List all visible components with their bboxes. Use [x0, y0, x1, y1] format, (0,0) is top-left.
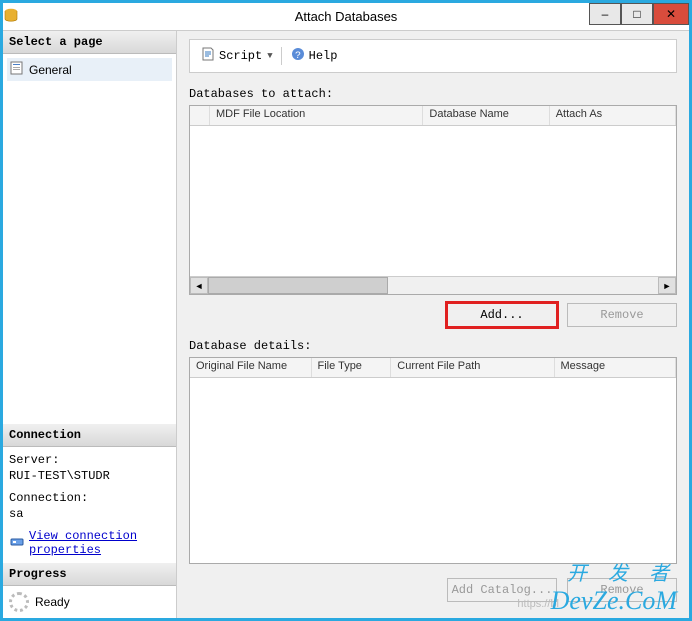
col-database-name[interactable]: Database Name [423, 106, 549, 125]
close-button[interactable]: ✕ [653, 3, 689, 25]
connection-label: Connection: [9, 491, 170, 505]
help-label: Help [309, 49, 338, 63]
main-panel: Script ▼ ? Help Databases to attach: MDF… [177, 31, 689, 618]
col-original-file-name[interactable]: Original File Name [190, 358, 312, 377]
remove-attach-button: Remove [567, 303, 677, 327]
view-connection-link[interactable]: View connection properties [9, 529, 170, 557]
link-icon [9, 533, 25, 553]
svg-text:?: ? [295, 51, 301, 62]
details-grid-body[interactable] [190, 378, 676, 563]
toolbar: Script ▼ ? Help [189, 39, 677, 73]
titlebar[interactable]: Attach Databases – □ ✕ [3, 3, 689, 31]
col-file-type[interactable]: File Type [312, 358, 392, 377]
page-item-label: General [29, 63, 72, 77]
details-grid[interactable]: Original File Name File Type Current Fil… [189, 357, 677, 564]
progress-label: Ready [35, 595, 70, 609]
progress-spinner-icon [9, 592, 29, 612]
help-button[interactable]: ? Help [286, 44, 342, 68]
connection-value: sa [9, 507, 170, 521]
connection-section: Server: RUI-TEST\STUDR Connection: sa Vi… [3, 447, 176, 563]
view-connection-text: View connection properties [29, 529, 170, 557]
server-value: RUI-TEST\STUDR [9, 469, 170, 483]
col-current-file-path[interactable]: Current File Path [391, 358, 554, 377]
window-title: Attach Databases [295, 9, 398, 24]
chevron-down-icon: ▼ [267, 51, 272, 61]
minimize-button[interactable]: – [589, 3, 621, 25]
help-icon: ? [290, 46, 306, 66]
col-message[interactable]: Message [555, 358, 677, 377]
scroll-thumb[interactable] [208, 277, 388, 294]
page-item-general[interactable]: General [7, 58, 172, 81]
progress-header: Progress [3, 563, 176, 586]
page-icon [9, 60, 25, 79]
server-label: Server: [9, 453, 170, 467]
scroll-left-button[interactable]: ◄ [190, 277, 208, 294]
col-mdf-location[interactable]: MDF File Location [210, 106, 423, 125]
url-hint-overlay: https://bl [517, 598, 559, 610]
horizontal-scrollbar[interactable]: ◄ ► [190, 276, 676, 294]
database-details-label: Database details: [189, 339, 677, 353]
script-label: Script [219, 49, 262, 63]
add-button[interactable]: Add... [447, 303, 557, 327]
scroll-track[interactable] [208, 277, 658, 294]
select-page-header: Select a page [3, 31, 176, 54]
progress-section: Ready [3, 586, 176, 618]
script-icon [200, 46, 216, 66]
col-attach-as[interactable]: Attach As [550, 106, 676, 125]
grid-corner [190, 106, 210, 125]
remove-details-button: Remove [567, 578, 677, 602]
connection-header: Connection [3, 424, 176, 447]
app-icon [3, 7, 19, 26]
script-button[interactable]: Script ▼ [196, 44, 277, 68]
left-panel: Select a page General Connection Server:… [3, 31, 177, 618]
attach-grid[interactable]: MDF File Location Database Name Attach A… [189, 105, 677, 295]
maximize-button[interactable]: □ [621, 3, 653, 25]
attach-grid-body[interactable] [190, 126, 676, 276]
databases-to-attach-label: Databases to attach: [189, 87, 677, 101]
scroll-right-button[interactable]: ► [658, 277, 676, 294]
